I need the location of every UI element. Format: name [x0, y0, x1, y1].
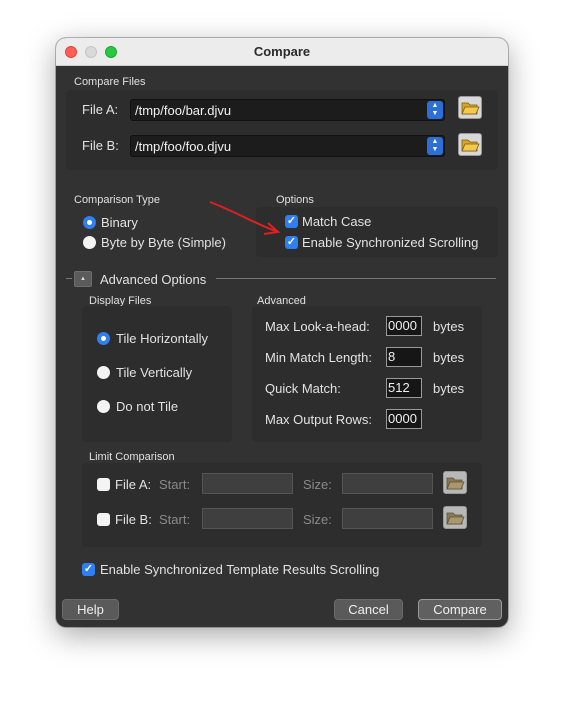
min-match-length-label: Min Match Length:: [265, 350, 372, 365]
tile-horizontally-radio[interactable]: [97, 332, 110, 345]
do-not-tile-label: Do not Tile: [116, 399, 179, 414]
limit-file-a-start-input[interactable]: [202, 473, 293, 494]
file-a-label: File A:: [82, 102, 119, 117]
advanced-options-label: Advanced Options: [100, 272, 207, 287]
cancel-button[interactable]: Cancel: [334, 599, 403, 620]
limit-comparison-section-label: Limit Comparison: [89, 451, 175, 463]
title-bar: Compare: [56, 38, 508, 66]
limit-file-a-checkbox[interactable]: [97, 478, 110, 491]
template-sync-label: Enable Synchronized Template Results Scr…: [100, 562, 380, 577]
quick-match-unit: bytes: [433, 381, 465, 396]
max-output-rows-input[interactable]: 0000: [386, 409, 422, 429]
tile-vertically-label: Tile Vertically: [116, 365, 193, 380]
quick-match-input[interactable]: 512: [386, 378, 422, 398]
folder-open-icon: [461, 139, 480, 152]
advanced-options-toggle-button[interactable]: ▲: [74, 271, 92, 287]
compare-files-section-label: Compare Files: [74, 76, 146, 88]
sync-scrolling-checkbox[interactable]: ✓: [285, 236, 298, 249]
limit-file-b-checkbox[interactable]: [97, 513, 110, 526]
limit-file-a-start-label: Start:: [159, 477, 191, 492]
limit-file-a-size-label: Size:: [303, 477, 332, 492]
compare-dialog: Compare Compare Files File A: /tmp/foo/b…: [56, 38, 508, 627]
limit-file-b-start-input[interactable]: [202, 508, 293, 529]
folder-open-icon: [461, 102, 480, 115]
file-a-path-value: /tmp/foo/bar.djvu: [135, 103, 232, 118]
min-match-length-unit: bytes: [433, 350, 465, 365]
quick-match-label: Quick Match:: [265, 381, 341, 396]
sync-scrolling-label: Enable Synchronized Scrolling: [302, 235, 479, 250]
binary-radio[interactable]: [83, 216, 96, 229]
file-b-dropdown-arrows-icon[interactable]: ▲ ▼: [427, 137, 443, 155]
collapse-arrow-icon: ▲: [80, 276, 86, 282]
do-not-tile-radio[interactable]: [97, 400, 110, 413]
folder-open-icon: [446, 512, 465, 525]
advanced-options-divider: [216, 278, 496, 279]
limit-file-a-size-input[interactable]: [342, 473, 433, 494]
comparison-type-section-label: Comparison Type: [74, 194, 161, 206]
max-lookahead-label: Max Look-a-head:: [265, 319, 370, 334]
file-a-browse-button[interactable]: [458, 96, 482, 119]
limit-file-b-start-label: Start:: [159, 512, 191, 527]
compare-button[interactable]: Compare: [418, 599, 502, 620]
max-lookahead-unit: bytes: [433, 319, 465, 334]
annotation-arrow-icon: [209, 201, 281, 235]
match-case-checkbox[interactable]: ✓: [285, 215, 298, 228]
file-b-path-value: /tmp/foo/foo.djvu: [135, 139, 232, 154]
limit-file-b-browse-button[interactable]: [443, 506, 467, 529]
help-button[interactable]: Help: [62, 599, 119, 620]
folder-open-icon: [446, 477, 465, 490]
limit-file-b-size-label: Size:: [303, 512, 332, 527]
file-a-dropdown-arrows-icon[interactable]: ▲ ▼: [427, 101, 443, 119]
limit-file-a-label: File A:: [115, 477, 152, 492]
tile-vertically-radio[interactable]: [97, 366, 110, 379]
limit-file-b-label: File B:: [115, 512, 152, 527]
template-sync-checkbox[interactable]: ✓: [82, 563, 95, 576]
max-output-rows-label: Max Output Rows:: [265, 412, 372, 427]
min-match-length-input[interactable]: 8: [386, 347, 422, 367]
limit-file-a-browse-button[interactable]: [443, 471, 467, 494]
byte-by-byte-radio[interactable]: [83, 236, 96, 249]
limit-file-b-size-input[interactable]: [342, 508, 433, 529]
match-case-label: Match Case: [302, 214, 372, 229]
file-b-browse-button[interactable]: [458, 133, 482, 156]
tile-horizontally-label: Tile Horizontally: [116, 331, 208, 346]
file-b-path-combo[interactable]: /tmp/foo/foo.djvu ▲ ▼: [130, 135, 445, 157]
window-title: Compare: [253, 44, 311, 59]
advanced-options-divider-left: [66, 278, 72, 279]
file-b-label: File B:: [82, 138, 119, 153]
binary-label: Binary: [101, 215, 138, 230]
max-lookahead-input[interactable]: 0000: [386, 316, 422, 336]
file-a-path-combo[interactable]: /tmp/foo/bar.djvu ▲ ▼: [130, 99, 445, 121]
